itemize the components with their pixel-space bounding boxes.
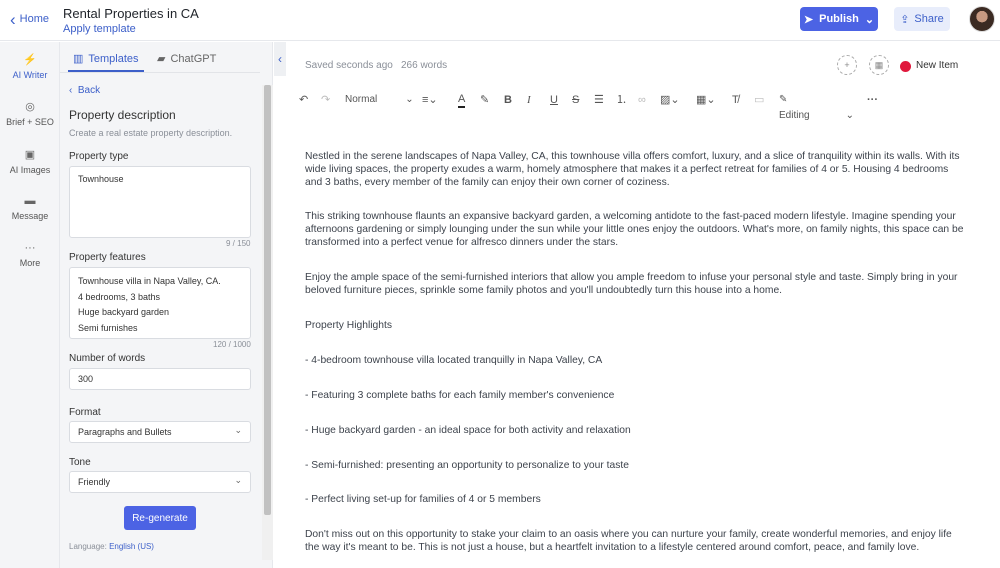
word-count: 266 words bbox=[401, 60, 448, 71]
message-icon: ▬ bbox=[24, 195, 36, 207]
chevron-left-icon: ‹ bbox=[10, 9, 16, 29]
template-description: Create a real estate property descriptio… bbox=[69, 128, 233, 138]
redo-icon[interactable]: ↷ bbox=[321, 92, 330, 108]
text-style-select[interactable]: Normal ⌄ bbox=[345, 92, 414, 108]
lightning-icon: ⚡ bbox=[23, 54, 37, 66]
image-icon[interactable]: ▨⌄ bbox=[660, 92, 680, 108]
paragraph: Don't miss out on this opportunity to st… bbox=[305, 529, 952, 553]
link-icon[interactable]: ∞ bbox=[638, 92, 646, 108]
clear-format-icon[interactable]: T̸ bbox=[732, 92, 739, 108]
chevron-down-icon: ⌄ bbox=[845, 110, 854, 121]
language-setting[interactable]: Language: English (US) bbox=[69, 542, 154, 551]
paragraph: This striking townhouse flaunts an expan… bbox=[305, 211, 964, 248]
undo-icon[interactable]: ↶ bbox=[299, 92, 308, 108]
calendar-icon[interactable]: ▦ bbox=[869, 55, 889, 75]
tab-templates[interactable]: ▥ Templates bbox=[73, 52, 139, 66]
assign-user-icon[interactable]: + bbox=[837, 55, 857, 75]
property-type-label: Property type bbox=[69, 151, 129, 162]
property-features-label: Property features bbox=[69, 252, 146, 263]
number-of-words-field[interactable]: 300 bbox=[69, 368, 251, 390]
bullet-item: - Perfect living set-up for families of … bbox=[305, 494, 541, 505]
editing-mode-select[interactable]: ✎ Editing ⌄ bbox=[779, 92, 854, 124]
italic-icon[interactable]: I bbox=[527, 92, 531, 108]
more-options-icon[interactable]: ··· bbox=[867, 92, 878, 108]
property-features-count: 120 / 1000 bbox=[213, 340, 251, 349]
chevron-left-icon: ‹ bbox=[278, 52, 282, 66]
left-nav: ⚡ AI Writer ◎ Brief + SEO ▣ AI Images ▬ Mess… bbox=[0, 42, 60, 568]
nav-brief-seo[interactable]: ◎ Brief + SEO bbox=[0, 100, 60, 127]
template-title: Property description bbox=[69, 108, 176, 122]
highlight-icon[interactable]: ✎ bbox=[480, 92, 489, 108]
property-type-field[interactable]: Townhouse bbox=[69, 166, 251, 238]
bullet-item: - Semi-furnished: presenting an opportun… bbox=[305, 460, 629, 471]
regenerate-button[interactable]: Re-generate bbox=[124, 506, 196, 530]
format-select[interactable]: Paragraphs and Bullets ⌄ bbox=[69, 421, 251, 443]
chevron-down-icon: ⌄ bbox=[234, 475, 242, 485]
text-color-icon[interactable]: A bbox=[458, 92, 466, 108]
document-title[interactable]: Rental Properties in CA bbox=[63, 6, 199, 21]
share-button[interactable]: ⇪ Share bbox=[894, 7, 950, 31]
format-label: Format bbox=[69, 407, 101, 418]
bullet-item: - 4-bedroom townhouse villa located tran… bbox=[305, 355, 603, 366]
paragraph: Nestled in the serene landscapes of Napa… bbox=[305, 151, 960, 188]
status-label[interactable]: New Item bbox=[916, 60, 958, 71]
bold-icon[interactable]: B bbox=[504, 92, 512, 108]
share-icon: ⇪ bbox=[900, 13, 910, 26]
tone-label: Tone bbox=[69, 457, 91, 468]
align-icon[interactable]: ≡⌄ bbox=[422, 92, 438, 108]
panel-tabs: ▥ Templates ▰ ChatGPT bbox=[60, 42, 260, 73]
strikethrough-icon[interactable]: S bbox=[572, 92, 579, 108]
underline-icon[interactable]: U bbox=[550, 92, 558, 108]
send-icon: ➤ bbox=[803, 13, 814, 26]
avatar[interactable] bbox=[969, 6, 995, 32]
section-heading: Property Highlights bbox=[305, 320, 392, 331]
collapse-panel-button[interactable]: ‹ bbox=[274, 42, 286, 76]
save-status: Saved seconds ago bbox=[305, 60, 393, 71]
nav-ai-writer[interactable]: ⚡ AI Writer bbox=[0, 53, 60, 80]
tone-select[interactable]: Friendly ⌄ bbox=[69, 471, 251, 493]
publish-button[interactable]: ➤ Publish ⌄ bbox=[800, 7, 878, 31]
nav-ai-images[interactable]: ▣ AI Images bbox=[0, 148, 60, 175]
panel-scrollbar-thumb[interactable] bbox=[264, 85, 271, 515]
chat-icon: ▰ bbox=[157, 53, 166, 65]
property-type-count: 9 / 150 bbox=[226, 239, 251, 248]
more-icon: ··· bbox=[24, 242, 36, 254]
bullet-item: - Huge backyard garden - an ideal space … bbox=[305, 425, 631, 436]
table-icon[interactable]: ▦⌄ bbox=[696, 92, 716, 108]
number-of-words-label: Number of words bbox=[69, 353, 146, 364]
chevron-down-icon: ⌄ bbox=[864, 13, 875, 26]
bullet-item: - Featuring 3 complete baths for each fa… bbox=[305, 390, 615, 401]
nav-message[interactable]: ▬ Message bbox=[0, 195, 60, 221]
chevron-down-icon: ⌄ bbox=[405, 94, 414, 105]
tab-chatgpt[interactable]: ▰ ChatGPT bbox=[157, 52, 216, 66]
apply-template-link[interactable]: Apply template bbox=[63, 23, 136, 35]
back-link[interactable]: ‹ Back bbox=[69, 85, 100, 96]
active-tab-indicator bbox=[68, 70, 144, 72]
comment-icon[interactable]: ▭ bbox=[754, 92, 764, 108]
pencil-icon: ✎ bbox=[779, 94, 788, 105]
property-features-field[interactable]: Townhouse villa in Napa Valley, CA. 4 be… bbox=[69, 267, 251, 339]
top-bar: ‹ Home Rental Properties in CA Apply temp… bbox=[0, 0, 1000, 41]
template-panel: ▥ Templates ▰ ChatGPT ‹ Back Property desc… bbox=[60, 42, 273, 568]
target-icon: ◎ bbox=[25, 101, 35, 113]
paragraph: Enjoy the ample space of the semi-furnis… bbox=[305, 272, 958, 296]
image-icon: ▣ bbox=[24, 149, 36, 161]
templates-icon: ▥ bbox=[73, 53, 84, 65]
numbered-list-icon[interactable]: ⒈ bbox=[616, 92, 627, 108]
home-link[interactable]: ‹ Home bbox=[10, 9, 49, 29]
chevron-down-icon: ⌄ bbox=[234, 425, 242, 435]
nav-more[interactable]: ··· More bbox=[0, 242, 60, 268]
status-dot bbox=[900, 61, 911, 72]
bullet-list-icon[interactable]: ☰ bbox=[594, 92, 604, 108]
